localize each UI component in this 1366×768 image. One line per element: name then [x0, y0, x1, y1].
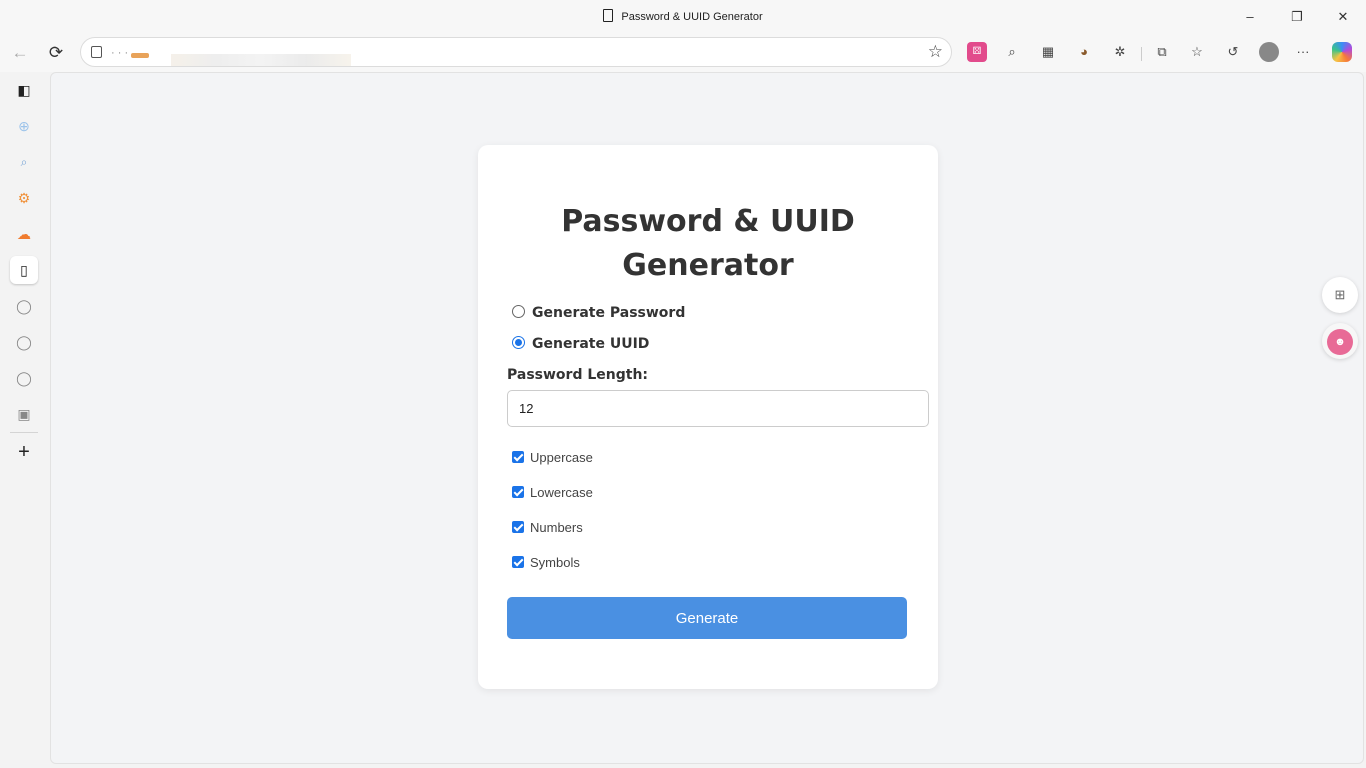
option-lowercase[interactable]: Lowercase [512, 485, 593, 500]
option-symbols[interactable]: Symbols [512, 555, 580, 570]
mode-option-uuid[interactable]: Generate UUID [512, 336, 649, 352]
generator-card: Password & UUID Generator Generate Passw… [478, 145, 938, 689]
title-bar: Password & UUID Generator – ❐ ✕ [0, 0, 1366, 34]
redacted-url-blur [171, 54, 351, 66]
profile-avatar[interactable] [1259, 42, 1279, 62]
extensions-puzzle-icon[interactable]: ✲ [1110, 42, 1130, 62]
assistant-float-button[interactable]: ☻ [1322, 323, 1358, 359]
lowercase-label[interactable]: Lowercase [530, 485, 593, 500]
symbols-checkbox[interactable] [512, 556, 524, 568]
numbers-label[interactable]: Numbers [530, 520, 583, 535]
redacted-url [131, 53, 149, 58]
sidebar-search-icon[interactable]: ⌕ [10, 148, 38, 176]
password-radio[interactable] [512, 305, 525, 318]
option-uppercase[interactable]: Uppercase [512, 450, 593, 465]
sidebar-add-icon[interactable]: + [10, 438, 38, 466]
sidebar-github-icon[interactable]: ◯ [10, 292, 38, 320]
sidebar-divider [10, 432, 38, 433]
split-screen-icon[interactable]: ⧉ [1152, 42, 1172, 62]
assistant-icon: ☻ [1327, 329, 1353, 355]
symbols-label[interactable]: Symbols [530, 555, 580, 570]
copilot-icon[interactable] [1332, 42, 1352, 62]
navigation-bar: ← ⟳ · · · ☆ ⚄ ⌕ ▦ ◕ ✲ ⧉ ☆ ↺ ··· [0, 34, 1366, 72]
sidebar-app-icon[interactable]: ▣ [10, 400, 38, 428]
option-numbers[interactable]: Numbers [512, 520, 583, 535]
uppercase-checkbox[interactable] [512, 451, 524, 463]
page-title: Password & UUID Generator [561, 204, 855, 283]
page-content: Password & UUID Generator Generate Passw… [50, 72, 1364, 764]
sidebar-github-icon-2[interactable]: ◯ [10, 328, 38, 356]
numbers-checkbox[interactable] [512, 521, 524, 533]
window-title: Password & UUID Generator [0, 9, 1366, 23]
password-length-input[interactable] [507, 390, 929, 427]
password-length-label: Password Length: [507, 367, 649, 383]
close-button[interactable]: ✕ [1327, 6, 1359, 28]
address-bar[interactable]: · · · ☆ [80, 37, 952, 67]
extension-search-icon[interactable]: ⌕ [1002, 42, 1022, 62]
sidebar-orange-app-icon[interactable]: ⚙ [10, 184, 38, 212]
history-icon[interactable]: ↺ [1223, 42, 1243, 62]
browser-sidebar: ◧ ⊕ ⌕ ⚙ ☁ ▯ ◯ ◯ ◯ ▣ + [0, 72, 48, 768]
extension-tab-icon[interactable]: ▦ [1038, 42, 1058, 62]
generate-button[interactable]: Generate [507, 597, 907, 639]
reload-button[interactable]: ⟳ [43, 40, 69, 66]
more-menu-icon[interactable]: ··· [1293, 42, 1313, 62]
minimize-button[interactable]: – [1234, 6, 1266, 28]
sidebar-github-icon-3[interactable]: ◯ [10, 364, 38, 392]
uuid-radio[interactable] [512, 336, 525, 349]
sidebar-cloud-icon[interactable]: ☁ [10, 220, 38, 248]
document-icon [603, 9, 614, 22]
sidebar-panel-icon[interactable]: ◧ [10, 76, 38, 104]
uppercase-label[interactable]: Uppercase [530, 450, 593, 465]
mode-option-password[interactable]: Generate Password [512, 305, 685, 321]
sidebar-globe-icon[interactable]: ⊕ [10, 112, 38, 140]
toolbar-divider [1141, 47, 1142, 61]
favorite-star-icon[interactable]: ☆ [928, 42, 943, 62]
lock-icon [91, 46, 102, 58]
uuid-radio-label[interactable]: Generate UUID [532, 336, 649, 352]
window-title-text: Password & UUID Generator [621, 11, 763, 23]
favorites-icon[interactable]: ☆ [1187, 42, 1207, 62]
restore-button[interactable]: ❐ [1281, 6, 1313, 28]
back-button[interactable]: ← [7, 40, 33, 66]
cookie-icon[interactable]: ◕ [1074, 42, 1094, 62]
sidebar-page-icon[interactable]: ▯ [10, 256, 38, 284]
lowercase-checkbox[interactable] [512, 486, 524, 498]
apps-icon[interactable]: ⊞ [1322, 277, 1358, 313]
extension-pink-icon[interactable]: ⚄ [967, 42, 987, 62]
password-radio-label[interactable]: Generate Password [532, 305, 685, 321]
address-text: · · · [111, 47, 129, 59]
